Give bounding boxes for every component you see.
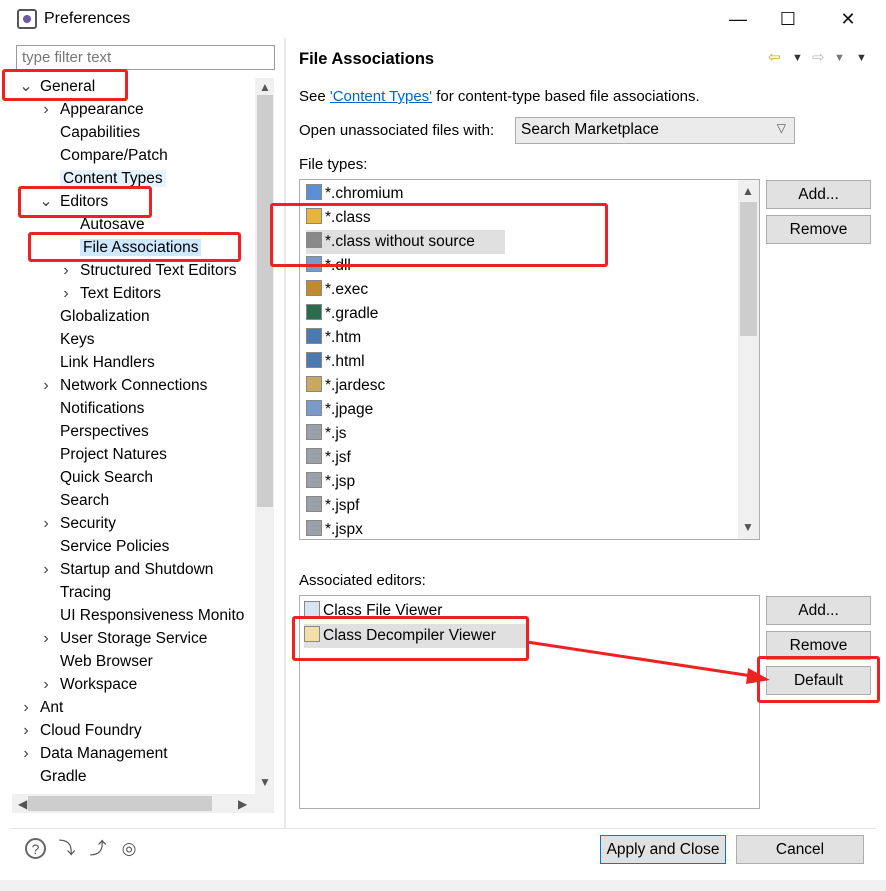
annotation-arrow bbox=[526, 640, 770, 684]
window-bottom-edge bbox=[0, 880, 886, 891]
